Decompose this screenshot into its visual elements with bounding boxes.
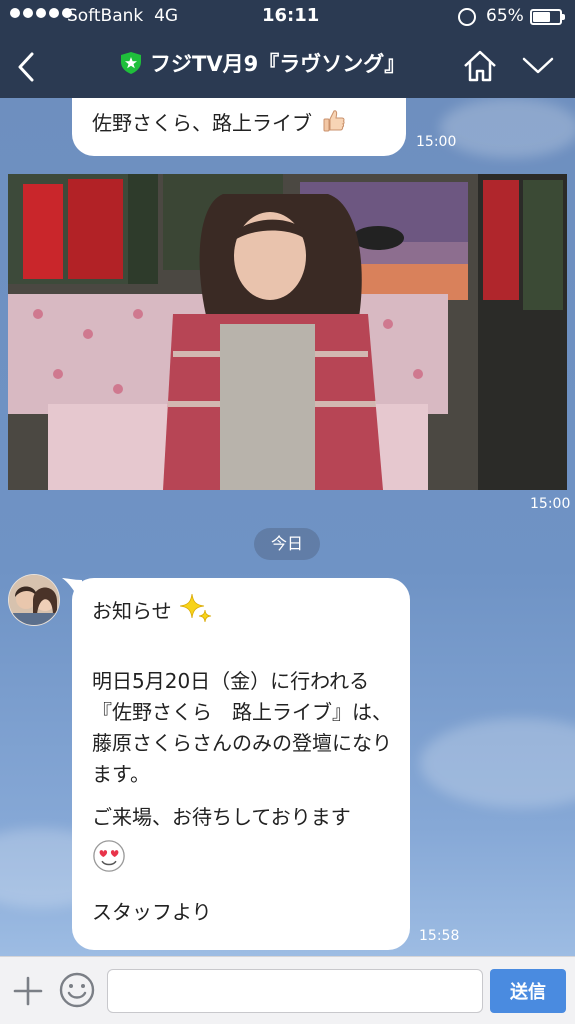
chat-area[interactable]: 佐野さくら、路上ライブ 15:00 15:00 今日 お知らせ 明日5月20日（…	[0, 98, 575, 956]
message-line: ご来場、お待ちしております	[92, 805, 351, 829]
message-line	[92, 790, 392, 802]
message-time: 15:00	[530, 496, 571, 512]
message-time: 15:00	[416, 134, 457, 150]
signal-dots-icon	[10, 8, 72, 18]
back-chevron-icon[interactable]	[8, 44, 48, 90]
status-bar: SoftBank 4G 16:11 65%	[0, 0, 575, 34]
background-cloud	[440, 98, 575, 158]
message-bubble[interactable]: お知らせ 明日5月20日（金）に行われる『佐野さくら 路上ライブ』は、藤原さくら…	[62, 578, 410, 950]
message-line	[92, 879, 392, 897]
message-signature: スタッフより	[92, 900, 212, 924]
message-time: 15:58	[419, 928, 460, 944]
message-input[interactable]	[107, 969, 483, 1013]
home-icon[interactable]	[461, 48, 499, 84]
message-text: 佐野さくら、路上ライブ	[92, 111, 312, 135]
message-bubble[interactable]: 佐野さくら、路上ライブ	[72, 98, 406, 156]
menu-chevron-down-icon[interactable]	[520, 50, 556, 80]
carrier-label: SoftBank 4G	[67, 6, 179, 26]
rotation-lock-icon	[458, 8, 476, 26]
smiley-icon[interactable]	[58, 971, 96, 1009]
plus-icon[interactable]	[12, 975, 44, 1007]
send-button[interactable]: 送信	[490, 969, 566, 1013]
chat-title[interactable]: フジTV月9『ラヴソング』	[120, 48, 405, 78]
background-cloud	[420, 718, 575, 808]
battery-icon	[530, 9, 565, 25]
network-label: 4G	[154, 6, 179, 26]
message-paragraph: 明日5月20日（金）に行われる『佐野さくら 路上ライブ』は、藤原さくらさんのみの…	[92, 669, 392, 786]
bubble-tail	[62, 578, 82, 594]
top-bar: SoftBank 4G 16:11 65% フジTV月9『ラヴソング』	[0, 0, 575, 98]
message-line	[92, 623, 392, 654]
thumbs-up-emoji-icon	[323, 110, 345, 132]
heart-eyes-emoji-icon	[92, 833, 392, 879]
video-thumbnail[interactable]	[8, 174, 567, 490]
chat-title-label: フジTV月9『ラヴソング』	[150, 52, 406, 76]
official-shield-icon	[121, 52, 141, 74]
nav-bar: フジTV月9『ラヴソング』	[0, 36, 575, 98]
avatar-icon[interactable]	[8, 574, 60, 626]
battery-percent: 65%	[486, 6, 524, 26]
input-bar: 送信	[0, 956, 575, 1024]
date-separator: 今日	[254, 528, 320, 560]
video-thumbnail-image	[8, 174, 567, 490]
status-time: 16:11	[262, 5, 320, 26]
sparkles-emoji-icon	[179, 593, 212, 623]
message-line: お知らせ	[92, 592, 392, 623]
